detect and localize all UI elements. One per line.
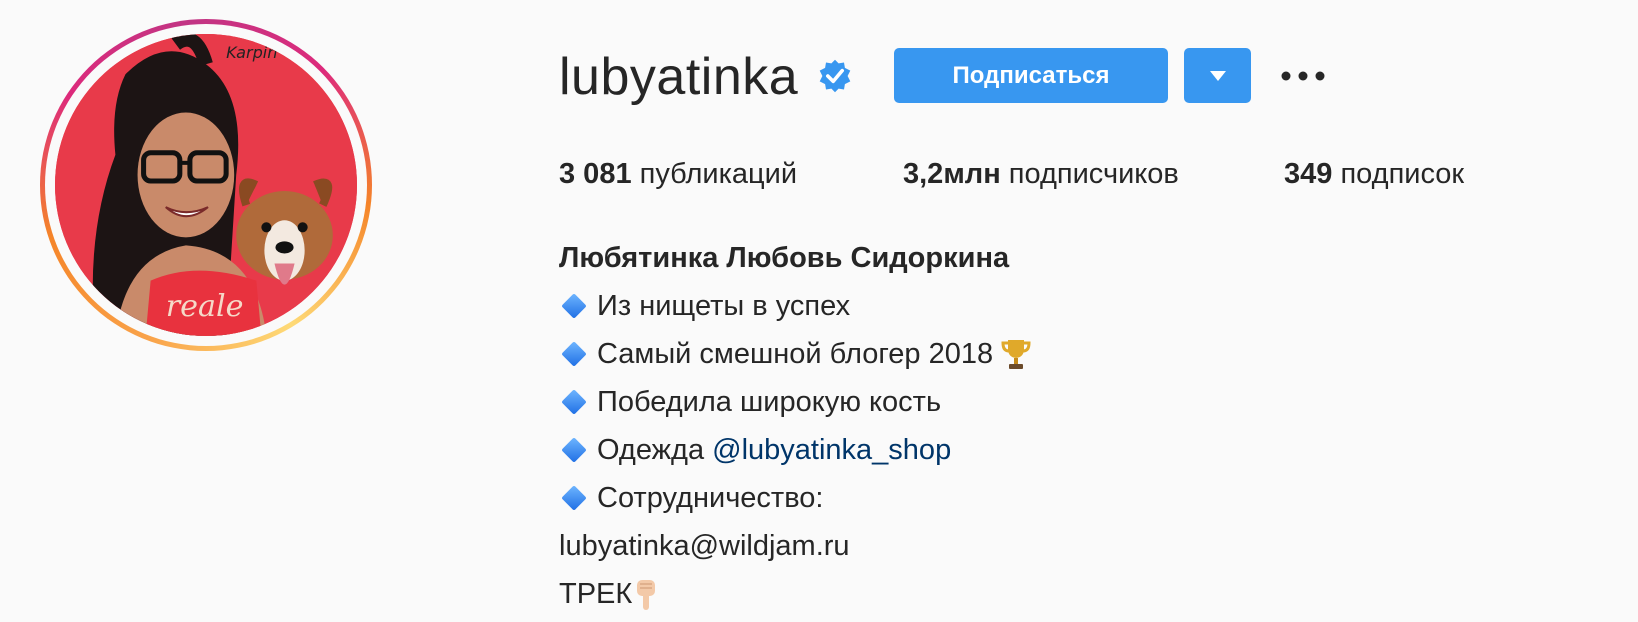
bio-line-text: Самый смешной блогер 2018 [597, 338, 994, 370]
bio-line: Победила широкую кость [559, 378, 1031, 426]
ellipsis-icon [1281, 71, 1325, 81]
more-options-button[interactable] [1280, 60, 1326, 92]
blue-diamond-icon [561, 389, 587, 415]
following-count: 349 [1284, 158, 1333, 190]
pointing-down-icon [637, 580, 656, 611]
bio-line-text: Одежда [597, 434, 705, 466]
followers-label: подписчиков [1008, 158, 1179, 190]
blue-diamond-icon [561, 293, 587, 319]
story-ring[interactable]: reale Karpin [40, 19, 372, 351]
full-name: Любятинка Любовь Сидоркина [559, 242, 1010, 274]
bio-line-text: Из нищеты в успех [597, 290, 851, 322]
following-label: подписок [1340, 158, 1465, 190]
posts-label: публикаций [639, 158, 798, 190]
suggestions-dropdown-button[interactable] [1184, 48, 1251, 103]
avatar-illustration: reale Karpin [55, 34, 357, 336]
trophy-icon [1001, 340, 1031, 369]
username: lubyatinka [559, 48, 799, 106]
followers-count: 3,2млн [903, 158, 1001, 190]
verified-badge-icon [819, 59, 851, 93]
blue-diamond-icon [561, 485, 587, 511]
blue-diamond-icon [561, 341, 587, 367]
following-stat[interactable]: 349 подписок [1284, 154, 1464, 194]
bio-line-text: Сотрудничество: [597, 482, 824, 514]
bio: Любятинка Любовь Сидоркина Из нищеты в у… [559, 234, 1031, 618]
contact-email: lubyatinka@wildjam.ru [559, 530, 850, 562]
posts-count: 3 081 [559, 158, 632, 190]
bio-line: Из нищеты в успех [559, 282, 1031, 330]
bio-line: Сотрудничество: [559, 474, 1031, 522]
track-line: ТРЕК [559, 570, 1031, 618]
avatar[interactable]: reale Karpin [55, 34, 357, 336]
bio-line: Одежда @lubyatinka_shop [559, 426, 1031, 474]
posts-stat: 3 081 публикаций [559, 154, 797, 194]
avatar-shirt-text: reale [166, 289, 244, 324]
followers-stat[interactable]: 3,2млн подписчиков [903, 154, 1179, 194]
triangle-down-icon [1209, 70, 1226, 81]
follow-button[interactable]: Подписаться [894, 48, 1168, 103]
bio-line: Самый смешной блогер 2018 [559, 330, 1031, 378]
track-text: ТРЕК [559, 578, 633, 610]
blue-diamond-icon [561, 437, 587, 463]
bio-line-text: Победила широкую кость [597, 386, 942, 418]
shop-link[interactable]: @lubyatinka_shop [712, 426, 951, 474]
